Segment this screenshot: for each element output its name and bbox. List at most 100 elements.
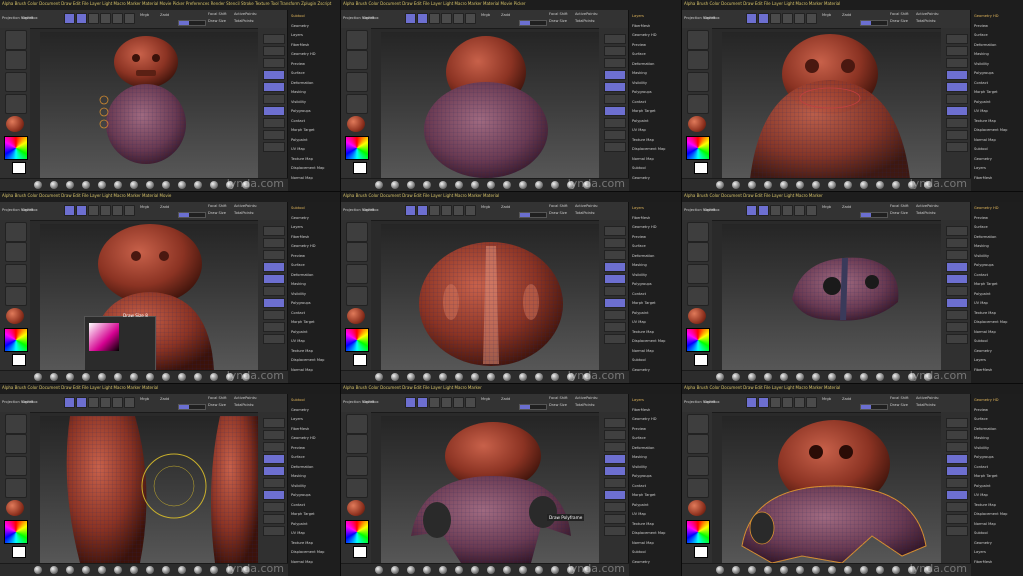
brush-preset-icon[interactable] [210,566,218,574]
spix-button[interactable] [604,46,626,56]
brush-preset-icon[interactable] [98,566,106,574]
move-button[interactable] [770,13,781,24]
brush-preset-icon[interactable] [860,566,868,574]
brush-preset-icon[interactable] [716,566,724,574]
tray-item[interactable]: Texture Map [974,119,996,123]
stroke-icon[interactable] [5,242,27,262]
brush-preset-icon[interactable] [812,181,820,189]
tray-item[interactable]: Normal Map [974,522,996,526]
tray-item[interactable]: Morph Target [974,90,998,94]
tray-item[interactable]: Normal Map [291,560,313,564]
spix-button[interactable] [946,238,968,248]
brush-preset-icon[interactable] [455,373,463,381]
tray-item[interactable]: Contact [291,119,305,123]
texture-icon[interactable] [5,478,27,498]
tray-item[interactable]: Geometry [974,541,992,545]
brush-preset-icon[interactable] [551,373,559,381]
rotate-button[interactable] [453,397,464,408]
brush-preset-icon[interactable] [860,373,868,381]
actual-button[interactable] [263,274,285,284]
z-intensity-slider[interactable] [178,404,206,410]
brush-preset-icon[interactable] [34,566,42,574]
brush-preset-icon[interactable] [551,181,559,189]
brush-icon[interactable] [687,222,709,242]
zadd-label[interactable]: Zadd [160,205,169,209]
floor-button[interactable] [604,118,626,128]
brush-preset-icon[interactable] [535,373,543,381]
tray-item[interactable]: UV Map [974,109,988,113]
document-canvas[interactable] [722,224,941,371]
move-button[interactable] [770,397,781,408]
scroll-button[interactable] [263,250,285,260]
spix-button[interactable] [263,46,285,56]
scroll-button[interactable] [604,58,626,68]
main-color-swatch[interactable] [12,354,26,366]
brush-preset-icon[interactable] [764,373,772,381]
tray-item[interactable]: Polygroups [632,282,652,286]
stroke-icon[interactable] [346,434,368,454]
tray-item[interactable]: Layers [632,206,644,210]
tray-item[interactable]: Morph Target [291,128,315,132]
zoom-button[interactable] [263,70,285,80]
tray-item[interactable]: FiberMesh [632,408,650,412]
tray-item[interactable]: Displacement Map [291,166,324,170]
zoom-button[interactable] [604,262,626,272]
brush-preset-icon[interactable] [780,373,788,381]
bpr-button[interactable] [263,418,285,428]
sculpt-model[interactable] [722,224,940,371]
tray-item[interactable]: Polygroups [974,71,994,75]
tray-item[interactable]: FiberMesh [974,368,992,372]
floor-button[interactable] [946,310,968,320]
tray-item[interactable]: Surface [974,225,988,229]
document-canvas[interactable] [722,32,941,179]
zoom-button[interactable] [263,262,285,272]
quicksketch-button[interactable] [465,13,476,24]
brush-preset-icon[interactable] [471,373,479,381]
menu-items[interactable]: Alpha Brush Color Document Draw Edit Fil… [2,1,331,6]
tray-item[interactable]: FiberMesh [291,427,309,431]
tray-item[interactable]: Displacement Map [632,339,665,343]
tray-item[interactable]: Polypaint [974,484,991,488]
brush-preset-icon[interactable] [375,373,383,381]
brush-preset-icon[interactable] [210,373,218,381]
brush-preset-icon[interactable] [876,373,884,381]
tray-item[interactable]: Layers [632,14,644,18]
tray-item[interactable]: UV Map [974,301,988,305]
brush-preset-icon[interactable] [130,373,138,381]
quicksketch-button[interactable] [465,397,476,408]
alpha-icon[interactable] [687,72,709,92]
brush-preset-icon[interactable] [391,566,399,574]
tray-item[interactable]: Subtool [632,166,646,170]
brush-preset-icon[interactable] [732,566,740,574]
frame-button[interactable] [946,526,968,536]
texture-icon[interactable] [346,286,368,306]
alpha-icon[interactable] [687,456,709,476]
draw-button[interactable] [758,205,769,216]
toolbar-lightbox[interactable]: LightBox [363,208,379,212]
persp-button[interactable] [263,106,285,116]
mrgb-label[interactable]: Mrgb [481,397,490,401]
stroke-icon[interactable] [5,434,27,454]
toolbar-lightbox[interactable]: LightBox [704,16,720,20]
tray-item[interactable]: Surface [974,33,988,37]
tray-item[interactable]: Morph Target [632,301,656,305]
bpr-button[interactable] [263,34,285,44]
zadd-label[interactable]: Zadd [501,13,510,17]
spix-button[interactable] [946,46,968,56]
brush-preset-icon[interactable] [375,566,383,574]
document-canvas[interactable]: Draw Polyframe [381,416,599,564]
tray-item[interactable]: Subtool [291,398,305,402]
tray-item[interactable]: Contact [974,465,988,469]
main-color-swatch[interactable] [12,162,26,174]
mrgb-label[interactable]: Mrgb [822,205,831,209]
persp-button[interactable] [946,298,968,308]
tray-item[interactable]: Texture Map [974,311,996,315]
tray-item[interactable]: UV Map [291,339,305,343]
tray-item[interactable]: Deformation [632,62,654,66]
tray-item[interactable]: Texture Map [291,541,313,545]
brush-preset-icon[interactable] [98,181,106,189]
edit-button[interactable] [746,205,757,216]
tray-item[interactable]: Visibility [632,273,647,277]
tray-item[interactable]: Geometry [974,349,992,353]
popup-color-picker[interactable] [89,323,119,351]
